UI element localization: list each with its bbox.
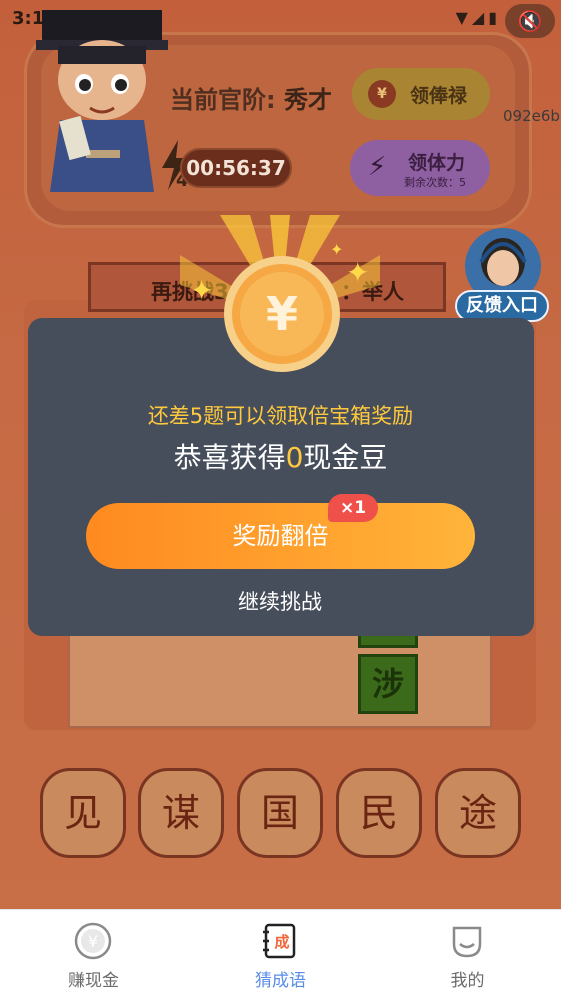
tab-label: 赚现金 xyxy=(68,971,119,991)
reward-message: 恭喜获得0现金豆 xyxy=(0,436,561,476)
continue-challenge-button[interactable]: 继续挑战 xyxy=(180,584,380,620)
double-reward-button[interactable]: 奖励翻倍 xyxy=(86,503,475,569)
cup-icon xyxy=(452,926,482,958)
yen-circle-icon: ¥ xyxy=(74,922,112,960)
sparkle-icon: ✦ xyxy=(346,256,370,289)
reward-prefix: 恭喜获得 xyxy=(173,441,286,474)
reward-amount: 0 xyxy=(285,441,304,474)
svg-text:¥: ¥ xyxy=(88,932,98,951)
bottom-nav: ¥ 赚现金 成 猜成语 我的 xyxy=(0,909,561,999)
progress-message: 还差5题可以领取倍宝箱奖励 xyxy=(147,404,414,428)
tab-earn-cash[interactable]: ¥ 赚现金 xyxy=(0,910,187,999)
tab-mine[interactable]: 我的 xyxy=(374,910,561,999)
sparkle-icon: ✦ xyxy=(190,274,214,307)
tab-guess-idiom[interactable]: 成 猜成语 xyxy=(187,910,374,999)
tab-label: 我的 xyxy=(450,971,485,991)
coin-symbol: ¥ xyxy=(266,287,298,341)
notebook-icon: 成 xyxy=(263,923,296,959)
tab-label: 猜成语 xyxy=(255,971,306,991)
multiplier-badge: ×1 xyxy=(328,494,378,522)
coin-icon: ¥ xyxy=(224,256,340,372)
reward-suffix: 现金豆 xyxy=(303,441,388,474)
svg-text:成: 成 xyxy=(274,933,289,951)
sparkle-icon: ✦ xyxy=(330,240,344,259)
